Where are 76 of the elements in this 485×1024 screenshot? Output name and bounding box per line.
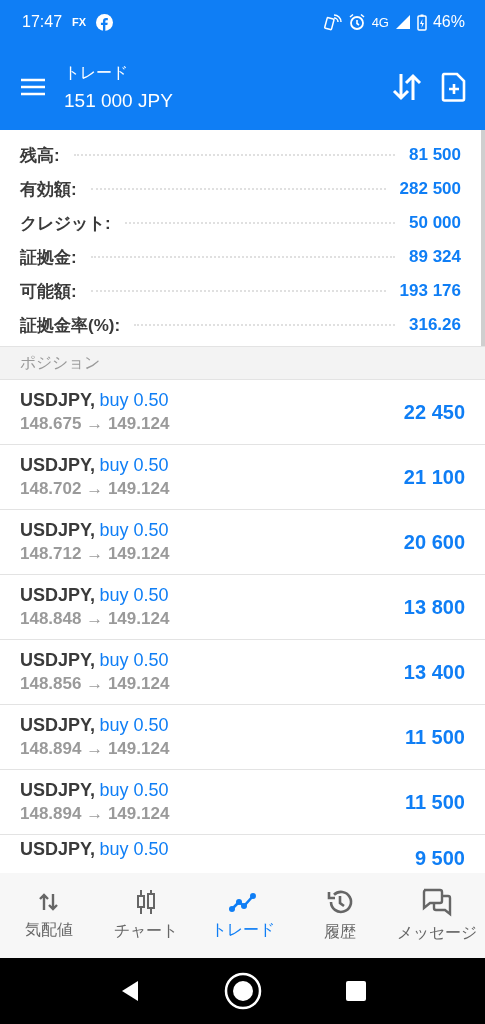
position-profit: 11 500 (404, 790, 465, 814)
position-profit: 21 100 (403, 465, 465, 489)
position-order: buy 0.50 (99, 390, 169, 410)
menu-icon[interactable] (20, 77, 46, 97)
facebook-icon (96, 13, 114, 31)
position-symbol: USDJPY, (20, 585, 96, 605)
position-symbol: USDJPY, (20, 780, 96, 800)
position-row[interactable]: USDJPY, buy 0.50 148.848 → 149.124 13 800 (0, 575, 485, 640)
history-icon (325, 888, 354, 916)
position-profit: 11 500 (404, 725, 465, 749)
summary-value: 50 000 (409, 213, 461, 233)
summary-label: クレジット: (20, 212, 111, 235)
position-prices: 148.675 → 149.124 (20, 414, 170, 434)
position-order: buy 0.50 (99, 839, 169, 859)
battery-icon (416, 13, 427, 31)
screen-title: トレード (64, 62, 129, 83)
clock-time: 17:47 (22, 13, 63, 31)
position-row[interactable]: USDJPY, buy 0.50 9 500 (0, 835, 485, 873)
nav-tab[interactable]: 気配値 (0, 873, 97, 958)
position-profit: 22 450 (403, 400, 465, 424)
position-order: buy 0.50 (99, 455, 169, 475)
summary-label: 有効額: (20, 178, 77, 201)
summary-label: 残高: (20, 144, 60, 167)
position-prices: 148.894 → 149.124 (20, 739, 170, 759)
position-row[interactable]: USDJPY, buy 0.50 148.856 → 149.124 13 400 (0, 640, 485, 705)
position-order: buy 0.50 (99, 715, 169, 735)
app-label: FX (72, 16, 87, 28)
account-balance: 151 000 JPY (64, 89, 174, 112)
summary-label: 証拠金率(%): (20, 314, 121, 337)
nav-tab[interactable]: チャート (97, 873, 194, 958)
position-symbol: USDJPY, (20, 390, 96, 410)
position-row[interactable]: USDJPY, buy 0.50 148.702 → 149.124 21 100 (0, 445, 485, 510)
summary-label: 証拠金: (20, 246, 77, 269)
position-profit: 20 600 (403, 530, 465, 554)
summary-value: 282 500 (399, 179, 461, 199)
summary-value: 81 500 (409, 145, 461, 165)
chat-bubbles-icon (420, 887, 453, 917)
position-profit: 13 400 (403, 660, 465, 684)
position-symbol: USDJPY, (20, 839, 96, 859)
position-profit: 9 500 (414, 847, 465, 870)
position-order: buy 0.50 (99, 780, 169, 800)
position-order: buy 0.50 (99, 585, 169, 605)
position-symbol: USDJPY, (20, 650, 96, 670)
position-row[interactable]: USDJPY, buy 0.50 148.894 → 149.124 11 500 (0, 705, 485, 770)
signal-icon (394, 14, 411, 30)
new-document-icon[interactable] (441, 72, 467, 102)
position-prices: 148.894 → 149.124 (20, 804, 170, 824)
position-order: buy 0.50 (99, 520, 169, 540)
alarm-icon (347, 13, 366, 31)
position-row[interactable]: USDJPY, buy 0.50 148.894 → 149.124 11 500 (0, 770, 485, 835)
position-symbol: USDJPY, (20, 715, 96, 735)
summary-value: 316.26 (409, 315, 461, 335)
position-prices: 148.856 → 149.124 (20, 674, 170, 694)
home-icon[interactable] (223, 972, 262, 1010)
position-profit: 13 800 (403, 595, 465, 619)
summary-label: 可能額: (20, 280, 77, 303)
nav-tab[interactable]: トレード (194, 873, 291, 958)
position-prices: 148.712 → 149.124 (20, 544, 170, 564)
battery-percent: 46% (432, 13, 465, 31)
nfc-phone-icon (323, 13, 342, 31)
summary-value: 89 324 (409, 247, 461, 267)
position-prices: 148.702 → 149.124 (20, 479, 170, 499)
position-symbol: USDJPY, (20, 520, 96, 540)
summary-value: 193 176 (399, 281, 461, 301)
nav-tab[interactable]: メッセージ (388, 873, 485, 958)
nav-tab[interactable]: 履歴 (291, 873, 388, 958)
position-symbol: USDJPY, (20, 455, 96, 475)
sort-arrows-icon[interactable] (391, 72, 423, 102)
position-row[interactable]: USDJPY, buy 0.50 148.712 → 149.124 20 600 (0, 510, 485, 575)
position-row[interactable]: USDJPY, buy 0.50 148.675 → 149.124 22 450 (0, 380, 485, 445)
position-prices: 148.848 → 149.124 (20, 609, 170, 629)
recents-icon[interactable] (345, 981, 366, 1001)
network-label: 4G (371, 14, 389, 30)
position-order: buy 0.50 (99, 650, 169, 670)
section-header: ポジション (0, 346, 485, 380)
line-chart-icon (227, 890, 258, 914)
